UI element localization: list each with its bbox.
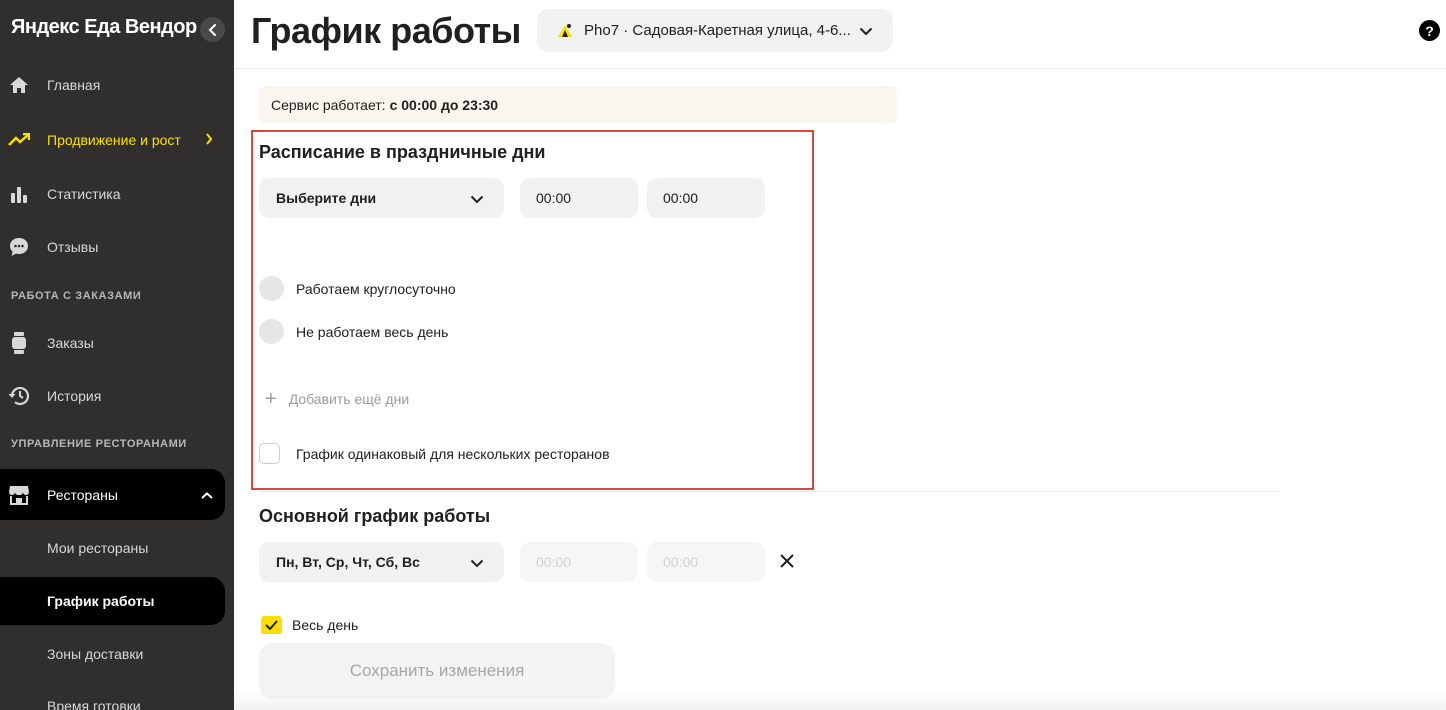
sidebar-item-label: История xyxy=(47,388,102,404)
holiday-time-to-input[interactable]: 00:00 xyxy=(647,178,765,218)
home-icon xyxy=(8,74,30,96)
close-icon xyxy=(780,554,794,568)
sidebar-item-orders[interactable]: Заказы xyxy=(0,318,225,368)
sidebar-item-label: Главная xyxy=(47,77,101,93)
sidebar-item-label: Отзывы xyxy=(47,239,99,255)
same-schedule-checkbox-row[interactable]: График одинаковый для нескольких рестора… xyxy=(259,443,610,464)
main-time-to-input[interactable]: 00:00 xyxy=(647,542,765,582)
restaurant-select-value: Pho7 · Садовая-Каретная улица, 4-6... xyxy=(584,22,851,39)
radio-circle[interactable] xyxy=(259,319,284,344)
notice-hours: с 00:00 до 23:30 xyxy=(389,96,499,113)
main-days-select[interactable]: Пн, Вт, Ср, Чт, Сб, Вс xyxy=(259,542,504,582)
header-divider xyxy=(234,68,1446,69)
checkmark-icon xyxy=(265,620,278,630)
sidebar-item-label: Продвижение и рост xyxy=(47,132,181,148)
section-label-restaurants: УПРАВЛЕНИЕ РЕСТОРАНАМИ xyxy=(11,438,187,450)
section-divider xyxy=(259,491,1278,492)
main-time-from-input[interactable]: 00:00 xyxy=(520,542,638,582)
radio-label: Не работаем весь день xyxy=(296,323,449,340)
sidebar-item-label: Заказы xyxy=(47,335,94,351)
radio-around-the-clock[interactable]: Работаем круглосуточно xyxy=(259,276,456,301)
chevron-down-icon xyxy=(859,23,873,40)
collapse-sidebar-button[interactable] xyxy=(200,17,225,42)
sidebar-item-restaurants[interactable]: Рестораны xyxy=(0,469,225,520)
sidebar-item-promotion[interactable]: Продвижение и рост xyxy=(0,115,225,165)
main-days-value: Пн, Вт, Ср, Чт, Сб, Вс xyxy=(276,554,420,570)
sidebar-subitem-delivery-zones[interactable]: Зоны доставки xyxy=(0,630,225,678)
all-day-label: Весь день xyxy=(292,617,359,633)
sidebar-item-statistics[interactable]: Статистика xyxy=(0,169,225,219)
sidebar-subitem-cooking-time[interactable]: Время готовки xyxy=(0,682,225,710)
store-icon xyxy=(8,484,30,506)
notice-prefix: Сервис работает: xyxy=(271,96,386,113)
sidebar-subitem-schedule[interactable]: График работы xyxy=(0,577,225,625)
radio-circle[interactable] xyxy=(259,276,284,301)
sidebar-item-history[interactable]: История xyxy=(0,371,225,421)
chevron-up-icon xyxy=(201,487,213,503)
sidebar-subitem-my-restaurants[interactable]: Мои рестораны xyxy=(0,524,225,572)
radio-label: Работаем круглосуточно xyxy=(296,280,456,297)
chevron-right-icon xyxy=(205,132,213,148)
plus-icon: + xyxy=(265,388,277,410)
history-icon xyxy=(8,385,30,407)
sidebar-item-home[interactable]: Главная xyxy=(0,60,225,110)
same-schedule-checkbox[interactable] xyxy=(259,443,280,464)
sidebar: Яндекс Еда Вендор Главная Продвижение и … xyxy=(0,0,234,710)
sidebar-item-reviews[interactable]: Отзывы xyxy=(0,222,225,272)
add-more-days-label: Добавить ещё дни xyxy=(288,391,410,407)
service-hours-notice: Сервис работает: с 00:00 до 23:30 xyxy=(259,86,897,123)
main-schedule-title: Основной график работы xyxy=(259,506,491,526)
chevron-down-icon xyxy=(470,191,484,207)
bar-chart-icon xyxy=(8,183,30,205)
remove-schedule-button[interactable] xyxy=(777,551,797,571)
brand-logo[interactable]: Яндекс Еда Вендор xyxy=(11,16,197,39)
bottom-fade xyxy=(234,690,1446,710)
holiday-time-from-input[interactable]: 00:00 xyxy=(520,178,638,218)
holiday-days-select[interactable]: Выберите дни xyxy=(259,178,504,218)
all-day-checkbox-row[interactable]: Весь день xyxy=(261,616,358,634)
sidebar-item-label: Статистика xyxy=(47,186,121,202)
same-schedule-label: График одинаковый для нескольких рестора… xyxy=(296,445,610,462)
section-label-orders: РАБОТА С ЗАКАЗАМИ xyxy=(11,290,142,302)
holiday-days-value: Выберите дни xyxy=(276,190,377,206)
chat-icon xyxy=(8,236,30,258)
page-title: График работы xyxy=(251,10,521,51)
holiday-schedule-title: Расписание в праздничные дни xyxy=(259,142,546,162)
trending-up-icon xyxy=(8,129,30,151)
chevron-left-icon xyxy=(208,23,216,36)
restaurant-select[interactable]: Pho7 · Садовая-Каретная улица, 4-6... xyxy=(537,9,893,52)
all-day-checkbox[interactable] xyxy=(261,616,282,634)
watch-icon xyxy=(8,332,30,354)
chevron-down-icon xyxy=(470,555,484,571)
help-icon[interactable]: ? xyxy=(1419,20,1440,41)
radio-closed-all-day[interactable]: Не работаем весь день xyxy=(259,319,448,344)
sidebar-item-label: Рестораны xyxy=(47,486,118,503)
add-more-days-button[interactable]: + Добавить ещё дни xyxy=(265,389,409,409)
restaurant-logo-icon xyxy=(556,22,574,40)
